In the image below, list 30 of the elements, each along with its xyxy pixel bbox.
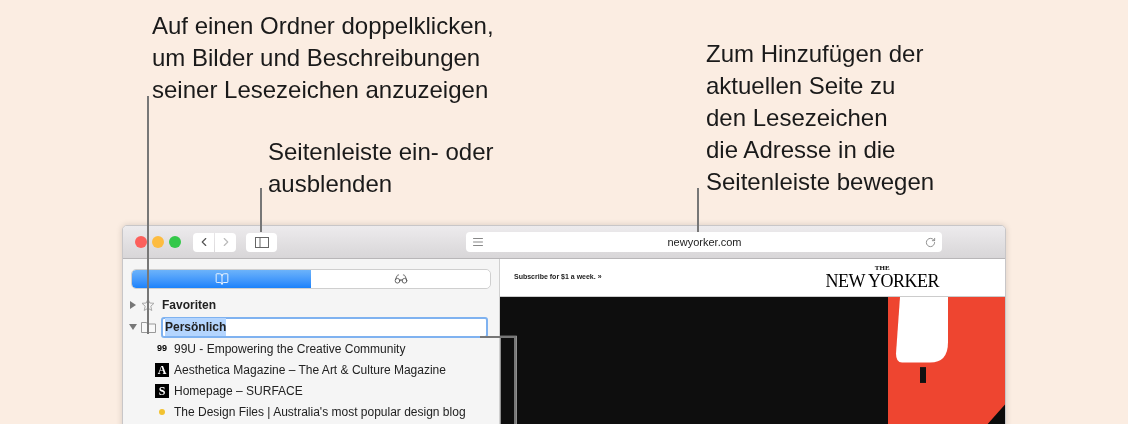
forward-button[interactable]: [215, 232, 236, 252]
bookmark-item[interactable]: The Design Files | Australia's most popular design blog: [174, 402, 466, 421]
bookmarks-tab[interactable]: [132, 270, 311, 288]
sidebar-icon: [254, 236, 269, 248]
back-button[interactable]: [193, 232, 214, 252]
star-icon: [141, 298, 155, 312]
callout-text: Seitenleiste ein- oder ausblenden: [268, 137, 494, 199]
reader-icon[interactable]: [472, 236, 484, 248]
zoom-button[interactable]: [169, 236, 181, 248]
name-field[interactable]: Persönlich: [161, 316, 488, 338]
leader-line: [260, 188, 262, 232]
callout-text: Auf einen Ordner doppelklicken, um Bilder und Beschreibungen seiner Lesezeichen anzuzeigen: [152, 11, 494, 105]
bookmark-item[interactable]: Homepage – SURFACE: [174, 381, 303, 400]
favicon: A: [155, 362, 169, 377]
disclosure-triangle[interactable]: [129, 301, 138, 309]
leader-line: [697, 188, 699, 232]
folder-label[interactable]: Favoriten: [162, 296, 216, 314]
folder-icon: [141, 321, 156, 333]
bookmark-item[interactable]: 99U - Empowering the Creative Community: [174, 339, 406, 358]
address-bar[interactable]: newyorker.com: [466, 232, 942, 252]
favicon: 99: [156, 341, 168, 355]
glasses-icon: [393, 272, 408, 286]
favicon: S: [155, 383, 169, 398]
callout-text: Zum Hinzufügen der aktuellen Seite zu den Lesezeichen die Adresse in die Seitenleiste bewegen: [706, 39, 935, 197]
sidebar-toggle-button[interactable]: [246, 232, 277, 252]
close-button[interactable]: [135, 236, 147, 248]
bookmark-item[interactable]: Aesthetica Magazine – The Art & Culture Magazine: [174, 360, 446, 379]
disclosure-triangle[interactable]: [129, 323, 138, 331]
reload-icon[interactable]: [925, 236, 936, 248]
book-icon: [214, 272, 229, 286]
